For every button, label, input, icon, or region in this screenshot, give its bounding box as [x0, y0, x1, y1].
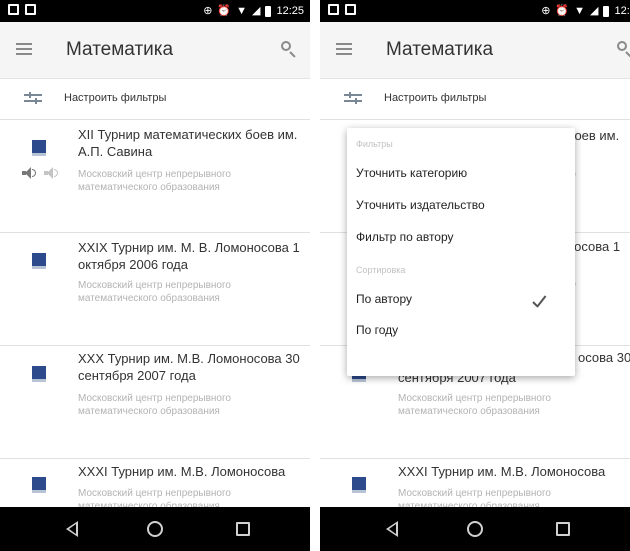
filter-bar[interactable]: Настроить фильтры [0, 79, 310, 120]
recents-icon[interactable] [556, 522, 570, 536]
filter-dropdown-menu: Фильтры Уточнить категорию Уточнить изда… [347, 128, 575, 376]
list-item[interactable]: XII Турнир математических боев им. А.П. … [0, 120, 310, 233]
back-icon[interactable] [66, 521, 78, 537]
page-title: Математика [386, 39, 494, 60]
menu-item-refine-publisher[interactable]: Уточнить издательство [356, 198, 485, 212]
search-icon[interactable] [280, 40, 298, 58]
sync-icon: ⊕ [203, 5, 213, 17]
menu-icon[interactable] [336, 43, 352, 55]
item-title: XXIX Турнир им. М. В. Ломоносова 1 октяб… [78, 240, 300, 272]
speaker-icon [44, 167, 58, 179]
item-publisher: Московский центр непрерывного математиче… [78, 169, 231, 193]
page-title: Математика [66, 39, 174, 60]
alarm-icon: ⏰ [217, 5, 232, 17]
status-bar: ⊕ ⏰ ▼ ◢ 12:25 [320, 0, 630, 22]
item-title: XII Турнир математических боев им. А.П. … [78, 127, 298, 159]
alarm-icon: ⏰ [555, 5, 570, 17]
menu-icon[interactable] [16, 43, 32, 55]
item-title: XXXI Турнир им. М.В. Ломоносова [78, 464, 286, 479]
menu-item-refine-category[interactable]: Уточнить категорию [356, 166, 467, 180]
notification-icon [345, 4, 356, 15]
home-icon[interactable] [147, 521, 163, 537]
item-publisher: Московский центр непрерывного математиче… [398, 393, 551, 417]
audio-indicator [22, 165, 62, 179]
checkmark-icon [532, 295, 550, 308]
filter-settings-icon [344, 92, 362, 106]
notification-icon [8, 4, 19, 15]
item-title: XXX Турнир им. М.В. Ломоносова 30 сентяб… [78, 351, 300, 383]
battery-icon [265, 5, 272, 17]
sync-icon: ⊕ [541, 5, 551, 17]
search-icon[interactable] [616, 40, 630, 58]
item-title: XXXI Турнир им. М.В. Ломоносова [398, 464, 606, 479]
system-nav-bar [0, 507, 310, 551]
home-icon[interactable] [467, 521, 483, 537]
status-time: 12:25 [614, 5, 630, 17]
list-item[interactable]: XXX Турнир им. М.В. Ломоносова 30 сентяб… [0, 346, 310, 459]
system-nav-bar [320, 507, 630, 551]
signal-icon: ◢ [590, 5, 599, 17]
book-icon [32, 140, 46, 156]
book-icon [352, 477, 366, 493]
book-icon [32, 477, 46, 493]
menu-item-sort-by-author[interactable]: По автору [356, 292, 412, 306]
list-item[interactable]: XXIX Турнир им. М. В. Ломоносова 1 октяб… [0, 233, 310, 346]
battery-icon [603, 5, 610, 17]
wifi-icon: ▼ [574, 5, 585, 17]
wifi-icon: ▼ [236, 5, 247, 17]
item-publisher: Московский центр непрерывного математиче… [78, 280, 231, 304]
menu-item-sort-by-year[interactable]: По году [356, 323, 398, 337]
phone-screen-dropdown: ⊕ ⏰ ▼ ◢ 12:25 Математика Настроить фильт… [320, 0, 630, 551]
app-bar: Математика [320, 22, 630, 79]
filters-section-header: Фильтры [356, 139, 393, 149]
filter-bar[interactable]: Настроить фильтры [320, 79, 630, 120]
notification-icon [328, 4, 339, 15]
recents-icon[interactable] [236, 522, 250, 536]
filter-settings-label: Настроить фильтры [64, 92, 167, 104]
status-bar: ⊕ ⏰ ▼ ◢ 12:25 [0, 0, 310, 22]
book-icon [32, 366, 46, 382]
app-bar: Математика [0, 22, 310, 79]
filter-settings-icon [24, 92, 42, 106]
book-icon [32, 253, 46, 269]
phone-screen-list: ⊕ ⏰ ▼ ◢ 12:25 Математика Настроить фильт… [0, 0, 310, 551]
filter-settings-label: Настроить фильтры [384, 92, 487, 104]
sort-section-header: Сортировка [356, 265, 406, 275]
signal-icon: ◢ [252, 5, 261, 17]
item-title-peek: осова 30 [578, 350, 630, 365]
speaker-icon [22, 167, 36, 179]
back-icon[interactable] [386, 521, 398, 537]
menu-item-filter-by-author[interactable]: Фильтр по автору [356, 230, 454, 244]
status-time: 12:25 [276, 5, 304, 17]
notification-icon [25, 4, 36, 15]
item-publisher: Московский центр непрерывного математиче… [78, 393, 231, 417]
